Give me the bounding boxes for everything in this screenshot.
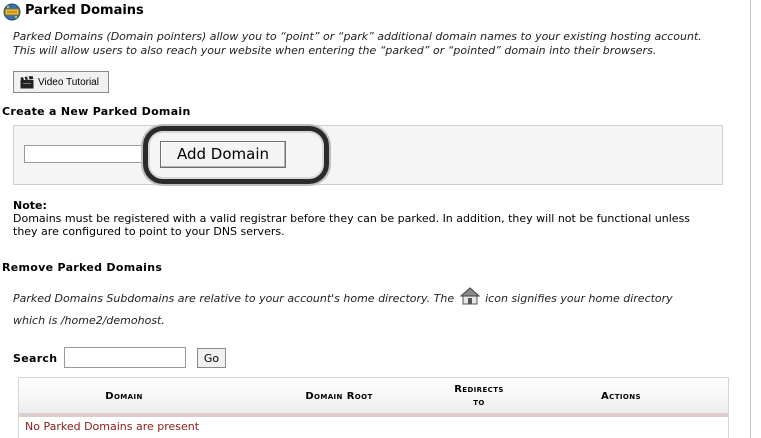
- note-label: Note:: [13, 199, 47, 212]
- new-domain-input[interactable]: [24, 145, 148, 163]
- table-header: Domain Domain Root Redirects to Actions: [19, 378, 728, 417]
- video-tutorial-label: Video Tutorial: [38, 76, 99, 88]
- remove-description: Parked Domains Subdomains are relative t…: [13, 287, 723, 330]
- empty-table-message: No Parked Domains are present: [25, 420, 200, 433]
- intro-text: Parked Domains (Domain pointers) allow y…: [13, 30, 748, 58]
- video-tutorial-button[interactable]: Video Tutorial: [13, 71, 109, 93]
- intro-line-2: This will allow users to also reach your…: [13, 44, 657, 57]
- remove-section-title: Remove Parked Domains: [2, 261, 163, 274]
- remove-desc-part-1: Parked Domains Subdomains are relative t…: [13, 292, 455, 305]
- parked-domains-icon: [3, 3, 21, 21]
- column-header-redirects-line-1: Redirects: [454, 384, 504, 395]
- column-header-domain[interactable]: Domain: [74, 390, 174, 403]
- page-right-border: [750, 0, 751, 438]
- remove-desc-line-1: Parked Domains Subdomains are relative t…: [13, 287, 723, 311]
- intro-line-1: Parked Domains (Domain pointers) allow y…: [13, 30, 702, 43]
- create-section-title: Create a New Parked Domain: [2, 105, 191, 118]
- search-label: Search: [13, 352, 58, 365]
- parked-domains-table: Domain Domain Root Redirects to Actions …: [18, 377, 729, 438]
- page-title: Parked Domains: [25, 3, 144, 18]
- column-header-redirects-line-2: to: [473, 397, 485, 408]
- remove-desc-part-2: icon signifies your home directory: [485, 292, 673, 305]
- clapperboard-icon: [20, 75, 34, 88]
- add-domain-button[interactable]: Add Domain: [160, 141, 286, 168]
- column-header-domain-root[interactable]: Domain Root: [289, 390, 389, 403]
- column-header-redirects-to[interactable]: Redirects to: [439, 383, 519, 409]
- home-icon: [459, 287, 480, 311]
- note-text: Domains must be registered with a valid …: [13, 212, 748, 238]
- column-header-actions: Actions: [601, 391, 641, 402]
- remove-desc-line-2: which is /home2/demohost.: [13, 314, 165, 327]
- search-input[interactable]: [64, 347, 186, 368]
- go-button[interactable]: Go: [197, 348, 226, 368]
- note-line-2: they are configured to point to your DNS…: [13, 225, 285, 238]
- note-line-1: Domains must be registered with a valid …: [13, 212, 691, 225]
